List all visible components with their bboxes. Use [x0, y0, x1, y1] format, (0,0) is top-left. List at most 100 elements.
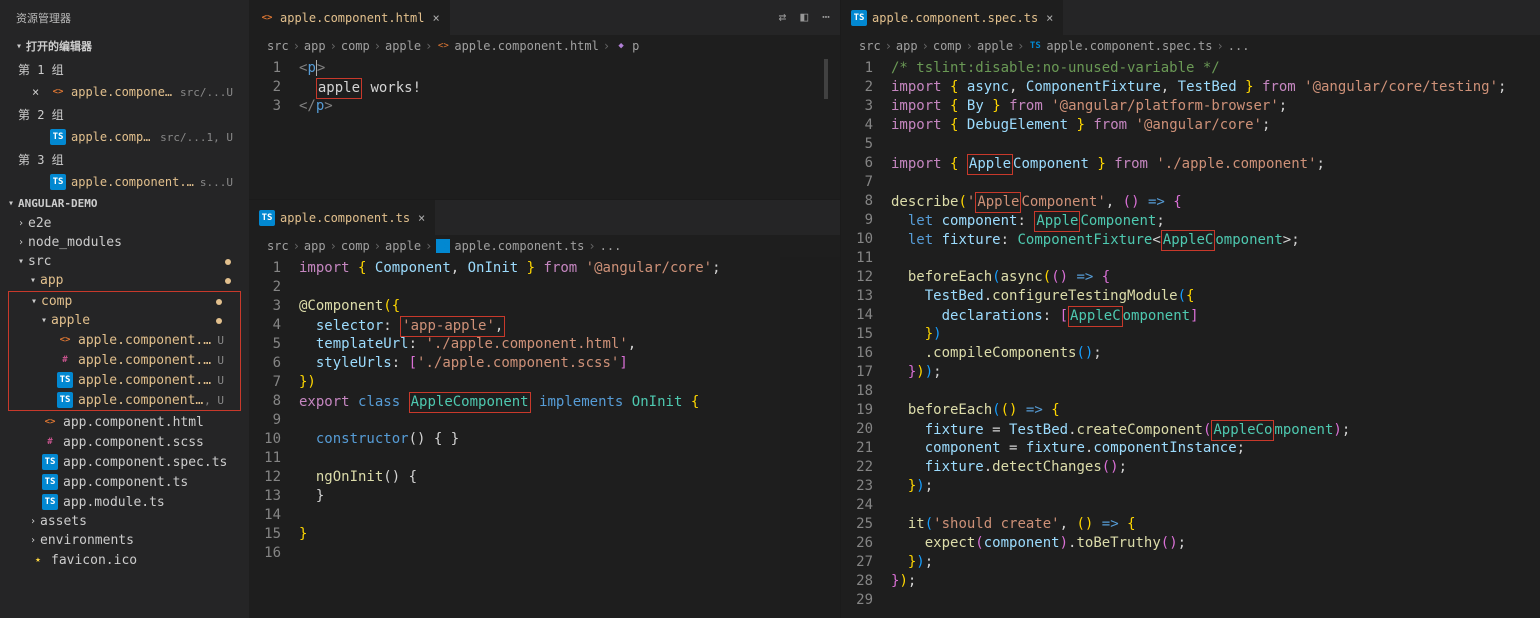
explorer-sidebar: 资源管理器 ▾ 打开的编辑器 第 1 组 × <> apple.componen… [0, 0, 249, 618]
ts-icon: TS [1028, 39, 1042, 53]
code-lines[interactable]: import { Component, OnInit } from '@angu… [299, 257, 840, 618]
file-path: src/... [160, 131, 206, 144]
file-name: apple.component.ts [71, 130, 156, 144]
project-name: ANGULAR-DEMO [18, 197, 97, 210]
highlight-box: AppleCo [1211, 420, 1274, 441]
html-icon: <> [42, 414, 58, 430]
ts-icon: TS [50, 174, 66, 190]
status-badge: 1, U [207, 131, 242, 144]
code-lines[interactable]: /* tslint:disable:no-unused-variable */ … [891, 57, 1540, 618]
highlight-box: AppleC [1068, 306, 1123, 327]
folder-assets[interactable]: ›assets [0, 512, 249, 531]
modified-dot-icon [216, 299, 222, 305]
editor-area: <> apple.component.html × ⇄ ◧ ⋯ src› app… [249, 0, 1540, 618]
status-badge: U [226, 86, 241, 99]
group-2-label: 第 2 组 [0, 103, 249, 126]
star-icon: ★ [30, 552, 46, 568]
code-lines[interactable]: <p> apple works! </p> [299, 57, 840, 199]
open-editors-label: 打开的编辑器 [26, 38, 92, 54]
explorer-title: 资源管理器 [0, 0, 249, 34]
highlight-box: Apple [1034, 211, 1080, 232]
scrollbar[interactable] [824, 59, 828, 99]
modified-dot-icon [216, 318, 222, 324]
tab-label: apple.component.spec.ts [872, 11, 1038, 25]
ts-icon: TS [436, 239, 450, 253]
gutter: 123 [249, 57, 299, 199]
ts-icon: TS [42, 454, 58, 470]
folder-app[interactable]: ▾app [0, 271, 249, 290]
minimap[interactable] [780, 257, 840, 618]
chevron-down-icon: ▾ [8, 198, 18, 209]
file-app-html[interactable]: <>app.component.html [0, 412, 249, 432]
tab-bar: TS apple.component.ts × [249, 200, 840, 235]
file-app-scss[interactable]: #app.component.scss [0, 432, 249, 452]
close-icon[interactable]: × [418, 211, 425, 225]
chevron-down-icon: ▾ [31, 296, 41, 307]
scss-icon: # [42, 434, 58, 450]
folder-e2e[interactable]: ›e2e [0, 214, 249, 233]
file-app-spec[interactable]: TSapp.component.spec.ts [0, 452, 249, 472]
ts-icon: TS [851, 10, 867, 26]
ts-icon: TS [259, 210, 275, 226]
breadcrumb[interactable]: src› app› comp› apple› <>apple.component… [249, 35, 840, 57]
file-app-module[interactable]: TSapp.module.ts [0, 492, 249, 512]
ts-icon: TS [42, 494, 58, 510]
tab-actions: ⇄ ◧ ⋯ [779, 10, 840, 25]
close-icon[interactable]: × [1046, 11, 1053, 25]
close-icon[interactable]: × [433, 11, 440, 25]
html-icon: <> [259, 10, 275, 26]
folder-apple[interactable]: ▾apple [9, 311, 240, 330]
ts-icon: TS [42, 474, 58, 490]
open-file-2[interactable]: TS apple.component.ts src/... 1, U [0, 126, 249, 148]
editor-pane-html: <> apple.component.html × ⇄ ◧ ⋯ src› app… [249, 0, 840, 200]
tab-label: apple.component.ts [280, 211, 410, 225]
modified-dot-icon [225, 278, 231, 284]
ts-icon: TS [57, 372, 73, 388]
folder-node-modules[interactable]: ›node_modules [0, 233, 249, 252]
tab-apple-ts[interactable]: TS apple.component.ts × [249, 200, 436, 235]
file-apple-spec[interactable]: TSapple.component.spec.tsU [9, 370, 240, 390]
open-file-1[interactable]: × <> apple.component.html src/... U [0, 81, 249, 103]
scss-icon: # [57, 352, 73, 368]
breadcrumb[interactable]: src› app› comp› apple› TSapple.component… [841, 35, 1540, 57]
html-icon: <> [50, 84, 66, 100]
file-apple-html[interactable]: <>apple.component.htmlU [9, 330, 240, 350]
open-file-3[interactable]: TS apple.component.spec.ts s... U [0, 171, 249, 193]
file-path: s... [200, 176, 227, 189]
highlight-box: AppleComponent [409, 392, 531, 413]
chevron-right-icon: › [18, 218, 28, 229]
chevron-right-icon: › [30, 516, 40, 527]
code-editor[interactable]: 1234567891011121314151617181920212223242… [841, 57, 1540, 618]
chevron-down-icon: ▾ [30, 275, 40, 286]
highlighted-component-group: ▾comp ▾apple <>apple.component.htmlU #ap… [8, 291, 241, 411]
file-app-ts[interactable]: TSapp.component.ts [0, 472, 249, 492]
folder-environments[interactable]: ›environments [0, 531, 249, 550]
split-icon[interactable]: ◧ [800, 10, 808, 25]
tab-bar: TS apple.component.spec.ts × [841, 0, 1540, 35]
tab-apple-spec[interactable]: TS apple.component.spec.ts × [841, 0, 1064, 35]
open-editors-header[interactable]: ▾ 打开的编辑器 [0, 34, 249, 58]
chevron-down-icon: ▾ [41, 315, 51, 326]
code-editor[interactable]: 123 <p> apple works! </p> [249, 57, 840, 199]
folder-src[interactable]: ▾src [0, 252, 249, 271]
file-apple-ts[interactable]: TSapple.component.ts, U [9, 390, 240, 410]
compare-icon[interactable]: ⇄ [779, 10, 787, 25]
file-apple-scss[interactable]: #apple.component.scssU [9, 350, 240, 370]
folder-comp[interactable]: ▾comp [9, 292, 240, 311]
file-name: apple.component.html [71, 85, 176, 99]
chevron-right-icon: › [30, 535, 40, 546]
chevron-right-icon: › [18, 237, 28, 248]
close-icon[interactable]: × [32, 85, 46, 99]
tab-apple-html[interactable]: <> apple.component.html × [249, 0, 451, 35]
project-header[interactable]: ▾ ANGULAR-DEMO [0, 193, 249, 214]
html-icon: <> [436, 39, 450, 53]
file-favicon[interactable]: ★favicon.ico [0, 550, 249, 570]
editor-group-middle: <> apple.component.html × ⇄ ◧ ⋯ src› app… [249, 0, 841, 618]
code-editor[interactable]: 12345678910111213141516 import { Compone… [249, 257, 840, 618]
symbol-icon: ◆ [614, 39, 628, 53]
modified-dot-icon [225, 259, 231, 265]
group-3-label: 第 3 组 [0, 148, 249, 171]
breadcrumb[interactable]: src› app› comp› apple› TSapple.component… [249, 235, 840, 257]
more-icon[interactable]: ⋯ [822, 10, 830, 25]
highlight-box: Apple [967, 154, 1013, 175]
